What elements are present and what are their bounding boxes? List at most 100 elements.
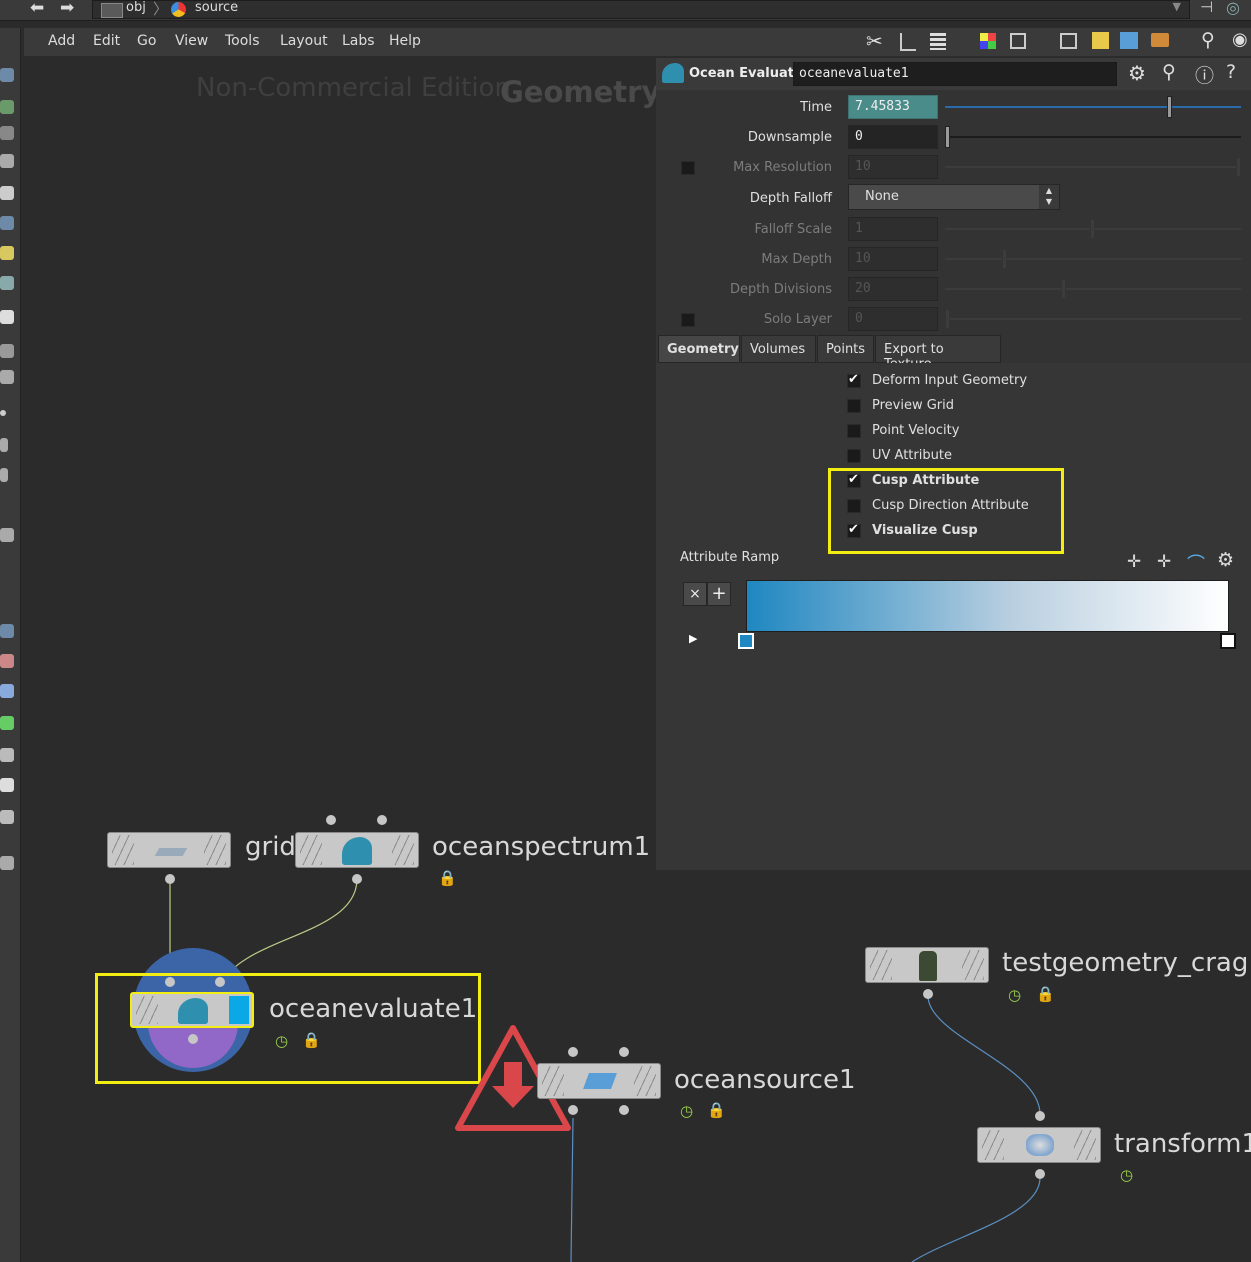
lock-tool-icon[interactable]	[0, 126, 14, 140]
ramp-key-end[interactable]	[1220, 633, 1236, 649]
pin-icon[interactable]: ⊣	[1200, 0, 1213, 16]
solo-layer-slider-knob[interactable]	[945, 309, 950, 329]
max-resolution-slider[interactable]	[945, 157, 1241, 177]
oceanspectrum-output[interactable]	[352, 874, 362, 884]
node-name-field[interactable]: oceanevaluate1	[793, 62, 1117, 86]
light-tool-icon[interactable]	[0, 246, 14, 260]
pose-tool-icon[interactable]	[0, 100, 14, 114]
ramp-gradient[interactable]	[746, 580, 1229, 632]
falloff-scale-slider[interactable]	[945, 219, 1241, 239]
grid-output[interactable]	[165, 874, 175, 884]
max-depth-slider[interactable]	[945, 249, 1241, 269]
lock-icon[interactable]: 🔒	[438, 869, 457, 887]
lock-icon[interactable]: 🔒	[707, 1101, 726, 1119]
falloff-scale-field[interactable]: 1	[848, 217, 938, 241]
downsample-slider[interactable]	[945, 126, 1241, 148]
time-field[interactable]: 7.45833	[848, 95, 938, 119]
info-icon[interactable]: ⓘ	[1195, 61, 1214, 88]
menu-edit[interactable]: Edit	[93, 33, 120, 49]
oceanspectrum-input-2[interactable]	[377, 815, 387, 825]
transform-input[interactable]	[1035, 1111, 1045, 1121]
menu-go[interactable]: Go	[137, 33, 156, 49]
search-icon[interactable]: ⚲	[1162, 61, 1176, 83]
color-palette-icon[interactable]	[980, 33, 996, 49]
point-tool-icon[interactable]	[0, 410, 6, 416]
tab-points[interactable]: Points	[817, 335, 874, 363]
testgeometry-output[interactable]	[923, 989, 933, 999]
time-slider-knob[interactable]	[1167, 96, 1172, 118]
wire-tool-icon[interactable]	[0, 344, 14, 358]
menu-view[interactable]: View	[175, 33, 208, 49]
back-arrow-icon[interactable]: ⬅	[30, 0, 44, 18]
display-options-icon[interactable]: ◉	[1232, 29, 1248, 50]
view-tool-icon[interactable]	[0, 186, 14, 200]
transform-node[interactable]	[977, 1127, 1101, 1163]
measure-tool-icon[interactable]	[0, 748, 14, 762]
forward-arrow-icon[interactable]: ➡	[60, 0, 74, 18]
grid-tool-icon[interactable]	[0, 624, 14, 638]
menu-tools[interactable]: Tools	[225, 33, 260, 49]
menu-add[interactable]: Add	[48, 33, 75, 49]
max-depth-slider-knob[interactable]	[1002, 249, 1007, 269]
menu-layout[interactable]: Layout	[280, 33, 328, 49]
ramp-remove-button[interactable]: ×	[683, 582, 707, 606]
depth-divisions-field[interactable]: 20	[848, 277, 938, 301]
vertex-tool-icon[interactable]	[0, 468, 8, 482]
downsample-field[interactable]: 0	[848, 125, 938, 149]
falloff-scale-slider-knob[interactable]	[1090, 219, 1095, 239]
picture-tool-icon[interactable]	[0, 810, 14, 824]
shape-palette-icon[interactable]	[1010, 33, 1026, 49]
link-icon[interactable]: ◎	[1226, 0, 1240, 17]
oceansource-input-2[interactable]	[619, 1047, 629, 1057]
ramp-add-button[interactable]: +	[707, 582, 731, 606]
visibility-tool-icon[interactable]	[0, 370, 14, 384]
path-dropdown-icon[interactable]: ▼	[1173, 0, 1181, 13]
ramp-expand-icon[interactable]: ▶	[689, 632, 697, 645]
help-icon[interactable]: ?	[1226, 61, 1236, 83]
select-tool-icon[interactable]	[0, 68, 14, 82]
edge-tool-icon[interactable]	[0, 438, 8, 452]
scene-tool-icon[interactable]	[0, 276, 14, 290]
color-tool-icon[interactable]	[0, 716, 14, 730]
camera-tool-icon[interactable]	[0, 216, 14, 230]
sticky-note-icon[interactable]	[1092, 32, 1109, 49]
path-crumb-obj[interactable]: obj	[126, 0, 146, 15]
oceanspectrum-node[interactable]	[295, 832, 419, 868]
balloon-tool-icon[interactable]	[0, 856, 14, 870]
path-field[interactable]: obj 〉 source ▼	[92, 0, 1190, 19]
menu-help[interactable]: Help	[389, 33, 421, 49]
zoom-icon[interactable]: ⚲	[1201, 29, 1215, 51]
ramp-key-start[interactable]	[738, 633, 754, 649]
lock-icon[interactable]: 🔒	[1036, 985, 1055, 1003]
material-tool-icon[interactable]	[0, 684, 14, 698]
tools-icon[interactable]: ✂	[866, 29, 883, 53]
network-box-icon[interactable]	[1060, 33, 1077, 49]
asset-icon[interactable]	[1151, 33, 1169, 47]
display-tool-icon[interactable]	[0, 310, 14, 324]
deform-input-geometry-checkbox[interactable]	[847, 372, 861, 388]
uv-attribute-checkbox[interactable]	[847, 449, 861, 463]
menu-labs[interactable]: Labs	[342, 33, 375, 49]
max-depth-field[interactable]: 10	[848, 247, 938, 271]
background-image-icon[interactable]	[1120, 32, 1138, 49]
oceansource-output-1[interactable]	[568, 1105, 578, 1115]
tree-view-icon[interactable]	[900, 33, 916, 51]
downsample-slider-knob[interactable]	[945, 126, 950, 148]
oceansource-output-2[interactable]	[619, 1105, 629, 1115]
max-resolution-slider-knob[interactable]	[1236, 157, 1241, 177]
max-resolution-field[interactable]: 10	[848, 155, 938, 179]
tab-export-to-texture[interactable]: Export to Texture	[875, 335, 1001, 372]
solo-layer-slider[interactable]	[945, 309, 1241, 329]
checker-tool-icon[interactable]	[0, 654, 14, 668]
tab-volumes[interactable]: Volumes	[741, 335, 816, 363]
ramp-curve-icon[interactable]: ⌒	[1187, 550, 1205, 576]
depth-divisions-slider-knob[interactable]	[1061, 279, 1066, 299]
paint-tool-icon[interactable]	[0, 528, 14, 542]
ramp-gear-icon[interactable]: ⚙	[1217, 549, 1234, 571]
depth-divisions-slider[interactable]	[945, 279, 1241, 299]
testgeometry-crag-node[interactable]	[865, 947, 989, 983]
oceansource-input-1[interactable]	[568, 1047, 578, 1057]
tab-geometry[interactable]: Geometry	[658, 335, 740, 363]
transform-output[interactable]	[1035, 1169, 1045, 1179]
depth-falloff-menu[interactable]: None ▲ ▼	[848, 184, 1060, 210]
